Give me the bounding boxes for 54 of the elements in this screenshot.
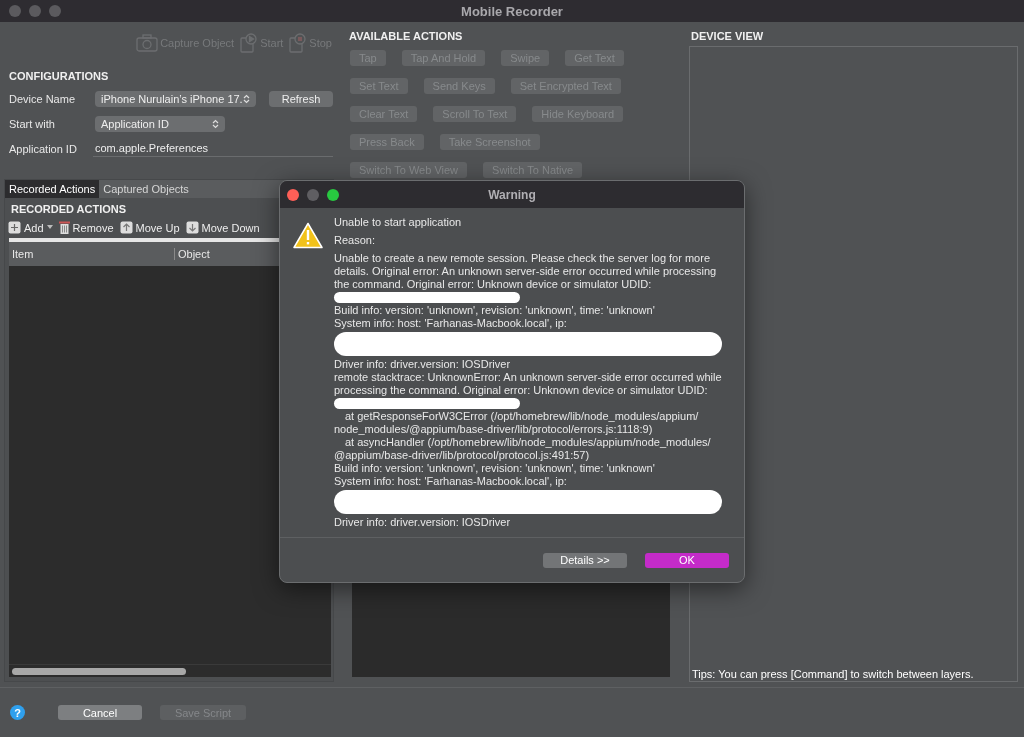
window-title: Mobile Recorder [461,3,563,19]
up-arrow-icon [119,221,133,234]
down-arrow-icon [185,221,199,234]
minimize-button[interactable] [307,188,319,201]
message-text: Unable to start application [334,216,463,229]
tab[interactable]: Recorded Actions [5,180,100,198]
chevron-icon [212,118,219,129]
message-text: Build info: version: 'unknown', revision: 'unknown', time: 'unknown' [334,304,656,317]
field-label: Start with [9,117,56,130]
close-button[interactable] [9,5,21,17]
start-with-dropdown[interactable]: Application ID [95,115,225,132]
dialog-title: Warning [488,187,536,202]
message-text: Reason: [334,234,376,247]
message-text: System info: host: 'Farhanas-Macbook.local', ip: [334,317,568,330]
column-header[interactable]: Object [175,248,210,260]
refresh-button[interactable]: Refresh [269,90,333,107]
play-icon [240,33,259,53]
close-button[interactable] [287,188,299,201]
minimize-button[interactable] [29,5,41,17]
scrollbar[interactable] [12,667,186,675]
message-text: Build info: version: 'unknown', revision: 'unknown', time: 'unknown' [334,462,656,475]
message-text: Driver info: driver.version: IOSDriver [334,358,512,371]
message-text: System info: host: 'Farhanas-Macbook.local', ip: [334,475,568,488]
column-header[interactable]: Item [9,248,175,260]
ok-button[interactable]: OK [645,552,729,568]
stop-icon [289,33,308,53]
trash-icon [58,221,70,234]
field-label: Application ID [9,142,78,155]
device-dropdown[interactable]: iPhone Nurulain’s iPhone 17. [95,90,256,107]
message-text: Driver info: driver.version: IOSDriver [334,516,512,529]
up-button[interactable]: Move Up [119,221,180,234]
message-text: Unable to create a new remote session. Please check the server log for more details. Original error: An unknown server-side error occurred while processing the command. Original error: Unknown device or simulator UDID: [334,252,718,291]
caret-icon [46,225,53,230]
plus-icon [8,221,21,234]
add-button[interactable]: Add [8,221,53,234]
field-label: Device Name [9,92,77,105]
down-button[interactable]: Move Down [185,221,260,234]
footer-button[interactable]: Cancel [58,705,142,720]
section-heading: CONFIGURATIONS [8,69,110,84]
message-text: remote stacktrace: UnknownError: An unknown server-side error occurred while processing the command. Original error: Unknown device or simulator UDID: [334,371,723,397]
stack-trace-line: at asyncHandler (/opt/homebrew/lib/node_modules/appium/node_modules/ @appium/base-driver/lib/protocol/protocol.js:491:57) [334,436,712,462]
remove-button[interactable]: Remove [58,221,114,234]
section-heading: RECORDED ACTIONS [10,202,128,217]
section-heading: AVAILABLE ACTIONS [348,29,464,44]
tab[interactable]: Captured Objects [99,180,193,198]
zoom-button[interactable] [327,188,339,201]
details-button[interactable]: Details >> [543,552,627,568]
camera-icon [136,34,159,52]
warning-icon [293,222,323,249]
tip-text: Tips: You can press [Command] to switch between layers. [692,668,974,680]
stack-trace-line: at getResponseForW3CError (/opt/homebrew/lib/node_modules/appium/ node_modules/@appium/base-driver/lib/protocol/errors.js:1118:9) [334,410,700,436]
help-button[interactable]: ? [10,705,25,720]
chevron-icon [243,93,250,104]
section-heading: DEVICE VIEW [690,29,765,44]
